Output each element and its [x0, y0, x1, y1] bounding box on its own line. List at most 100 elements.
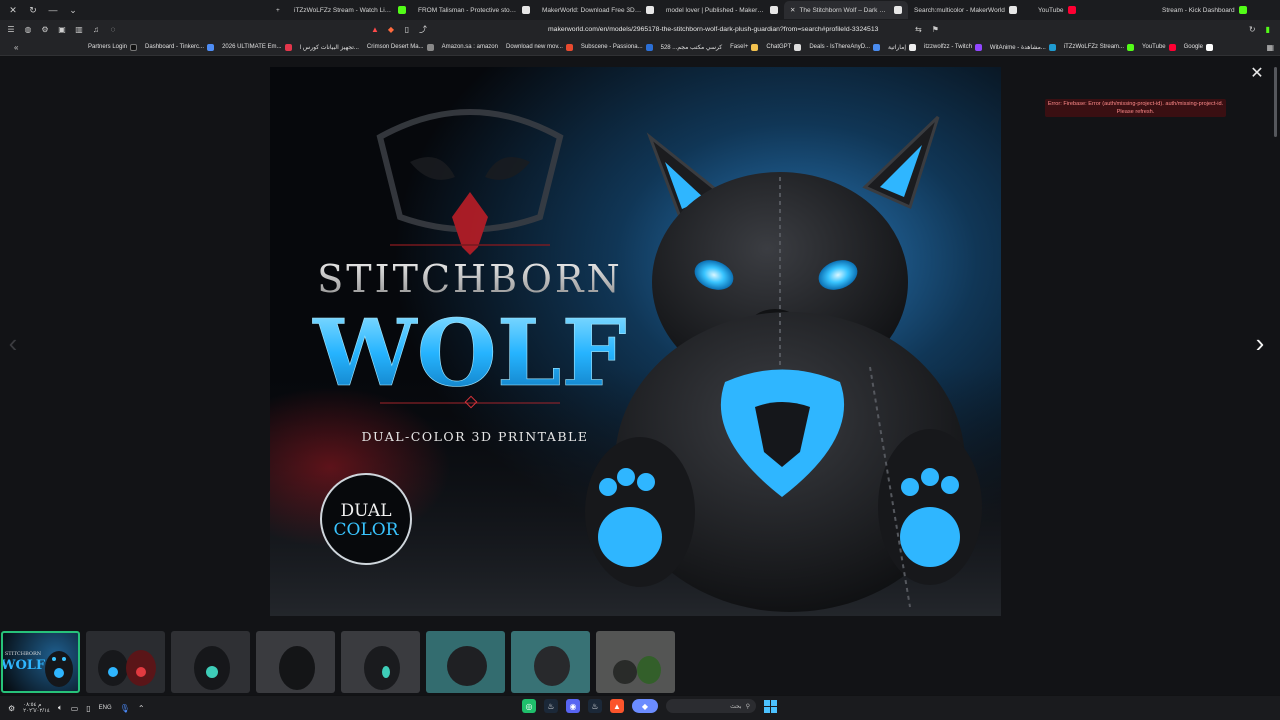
bookmark-item[interactable]: كرسي مكتب مجم... 528: [661, 44, 723, 51]
tab-item[interactable]: YouTube: [1032, 1, 1156, 19]
bookmark-item[interactable]: Amazon.sa : amazon: [442, 44, 498, 50]
thumbnail-8[interactable]: [596, 631, 675, 693]
volume-icon[interactable]: 🔈︎: [58, 703, 63, 713]
previous-image-button[interactable]: ‹: [4, 330, 22, 356]
thumbnail-7[interactable]: [511, 631, 590, 693]
tab-item-active[interactable]: ✕ The Stitchborn Wolf – Dark Plush: [784, 1, 908, 19]
extensions-icon[interactable]: ▮: [1266, 25, 1270, 34]
chat-icon[interactable]: ◌: [108, 25, 118, 35]
next-image-button[interactable]: ›: [1251, 330, 1269, 356]
shield-icon[interactable]: ◍: [23, 25, 33, 35]
tab-item[interactable]: iTZzWoLFZz Stream - Watch Live on: [288, 1, 412, 19]
thumbnail-5[interactable]: [341, 631, 420, 693]
thumbnail-2[interactable]: [86, 631, 165, 693]
thumb-title-main: WOLF: [3, 658, 46, 673]
thumbnail-image: [98, 650, 156, 686]
url-field-wrap[interactable]: ▲ ◆ ▯ ⤴: [370, 25, 428, 35]
bookmark-item[interactable]: تجهيز البيانات كورس ا...: [300, 44, 359, 51]
bookmark-list: Partners Login Dashboard - Tinkerc... 20…: [36, 43, 1213, 51]
thumbnail-image: [279, 646, 315, 690]
translate-icon[interactable]: ⇆: [915, 25, 922, 34]
game-icon[interactable]: ◆: [632, 699, 658, 713]
close-viewer-button[interactable]: ✕: [1248, 65, 1266, 83]
tab-item[interactable]: model lover | Published - MakerWo: [660, 1, 784, 19]
network-icon[interactable]: ▭: [71, 704, 79, 713]
minimize-icon[interactable]: —: [46, 3, 60, 17]
thumbnail-6[interactable]: [426, 631, 505, 693]
steam-icon[interactable]: ♨: [544, 699, 558, 713]
twitch-icon: [974, 43, 982, 51]
bookmark-item[interactable]: 2026 ULTIMATE Em...: [222, 43, 292, 51]
makerworld-icon: [894, 6, 902, 14]
sidebar-icon[interactable]: ▥: [74, 25, 84, 35]
bookmark-label: Amazon.sa : amazon: [441, 44, 498, 50]
tab-add[interactable]: +: [270, 1, 288, 19]
bookmark-item[interactable]: Subscene - Passiona...: [580, 43, 653, 51]
scrollbar-thumb[interactable]: [1274, 67, 1277, 137]
bookmark-label: WitAnime - مشاهدة...: [989, 44, 1046, 51]
discord-icon[interactable]: ◉: [566, 699, 580, 713]
chevron-up-icon[interactable]: ⌃: [138, 704, 145, 713]
close-icon[interactable]: ✕: [6, 3, 20, 17]
settings-icon[interactable]: ⚙: [8, 704, 15, 713]
windows-start-icon[interactable]: [764, 699, 777, 713]
brave-icon[interactable]: ▲: [610, 699, 624, 713]
thumb-title-top: STITCHBORN: [5, 651, 42, 657]
thumbnail-4[interactable]: [256, 631, 335, 693]
hero-title-top: STITCHBORN: [317, 257, 623, 301]
error-message: Error: Firebase: Error (auth/missing-pro…: [1045, 99, 1226, 117]
bookmark-icon[interactable]: ⚑: [932, 25, 939, 34]
bookmark-item[interactable]: إماراتية: [888, 43, 917, 51]
menu-icon[interactable]: ☰: [6, 25, 16, 35]
steam-icon[interactable]: ♨: [588, 699, 602, 713]
taskbar-search[interactable]: بحث ⚲: [666, 699, 756, 713]
bookmark-item[interactable]: Partners Login: [88, 43, 138, 51]
bookmark-item[interactable]: Crimson Desert Ma...: [367, 43, 434, 51]
bookmark-item[interactable]: ChatGPT: [766, 43, 802, 51]
brave-shield-icon[interactable]: ◆: [386, 25, 396, 35]
youtube-icon: [1067, 6, 1076, 14]
reload-icon[interactable]: ↻: [1249, 25, 1256, 34]
microphone-icon[interactable]: 🎙︎: [120, 704, 130, 713]
bookmark-item[interactable]: Download new mov...: [505, 43, 573, 51]
bookmark-item[interactable]: YouTube: [1142, 43, 1176, 51]
refresh-icon[interactable]: ↻: [26, 3, 40, 17]
tab-label: Search:multicolor - MakerWorld: [914, 6, 1005, 14]
language-indicator[interactable]: ENG: [99, 705, 112, 711]
reader-icon[interactable]: ▯: [402, 25, 412, 35]
tab-item[interactable]: Search:multicolor - MakerWorld: [908, 1, 1032, 19]
clock[interactable]: م ٠٨:٥٤ ٢٠٢٦/٠٢/١٤: [23, 702, 50, 714]
bookmark-item[interactable]: Fasel+: [730, 43, 759, 51]
bookmark-label: Subscene - Passiona...: [580, 44, 643, 50]
bookmark-item[interactable]: Dashboard - Tinkerc...: [145, 43, 215, 51]
app-icon-green[interactable]: ◎: [522, 699, 536, 713]
hero-title-main: WOLF: [312, 299, 626, 407]
bookmarks-folder-icon[interactable]: ▦: [1266, 43, 1280, 52]
bookmark-item[interactable]: itzzwolfzz - Twitch: [924, 43, 982, 51]
thumbnail-3[interactable]: [171, 631, 250, 693]
bookmark-label: Download new mov...: [505, 44, 563, 50]
url-field[interactable]: makerworld.com/en/models/2965178-the-sti…: [548, 26, 878, 33]
hero-artwork: STITCHBORN WOLF DUAL-COLOR 3D PRINTABLE …: [270, 67, 1001, 616]
music-icon[interactable]: ♫: [91, 25, 101, 35]
thumbnail-1[interactable]: STITCHBORN WOLF: [1, 631, 80, 693]
share-icon[interactable]: ⤴: [418, 25, 428, 35]
close-icon[interactable]: ✕: [790, 6, 795, 14]
page-scrollbar[interactable]: [1273, 57, 1278, 695]
favicon-icon: [426, 43, 434, 51]
tab-item[interactable]: MakerWorld: Download Free 3D Mo: [536, 1, 660, 19]
tab-item[interactable]: FROM Talisman - Protective stone m: [412, 1, 536, 19]
bookmark-item[interactable]: Deals - IsThereAnyD...: [809, 43, 881, 51]
collapse-icon[interactable]: «: [0, 43, 36, 52]
window-icon[interactable]: ▣: [57, 25, 67, 35]
settings-icon[interactable]: ⚙: [40, 25, 50, 35]
bookmark-item[interactable]: Google: [1184, 43, 1213, 51]
tab-strip-controls: ✕ ↻ — ⌄: [0, 3, 270, 17]
battery-icon[interactable]: ▯: [86, 704, 90, 713]
bookmark-item[interactable]: iTZzWoLFZz Stream...: [1064, 43, 1135, 51]
tab-item[interactable]: Stream - Kick Dashboard: [1156, 1, 1280, 19]
brave-rewards-icon[interactable]: ▲: [370, 25, 380, 35]
badge-line1: DUAL: [341, 501, 392, 521]
bookmark-item[interactable]: WitAnime - مشاهدة...: [989, 43, 1056, 51]
chevron-down-icon[interactable]: ⌄: [66, 3, 80, 17]
